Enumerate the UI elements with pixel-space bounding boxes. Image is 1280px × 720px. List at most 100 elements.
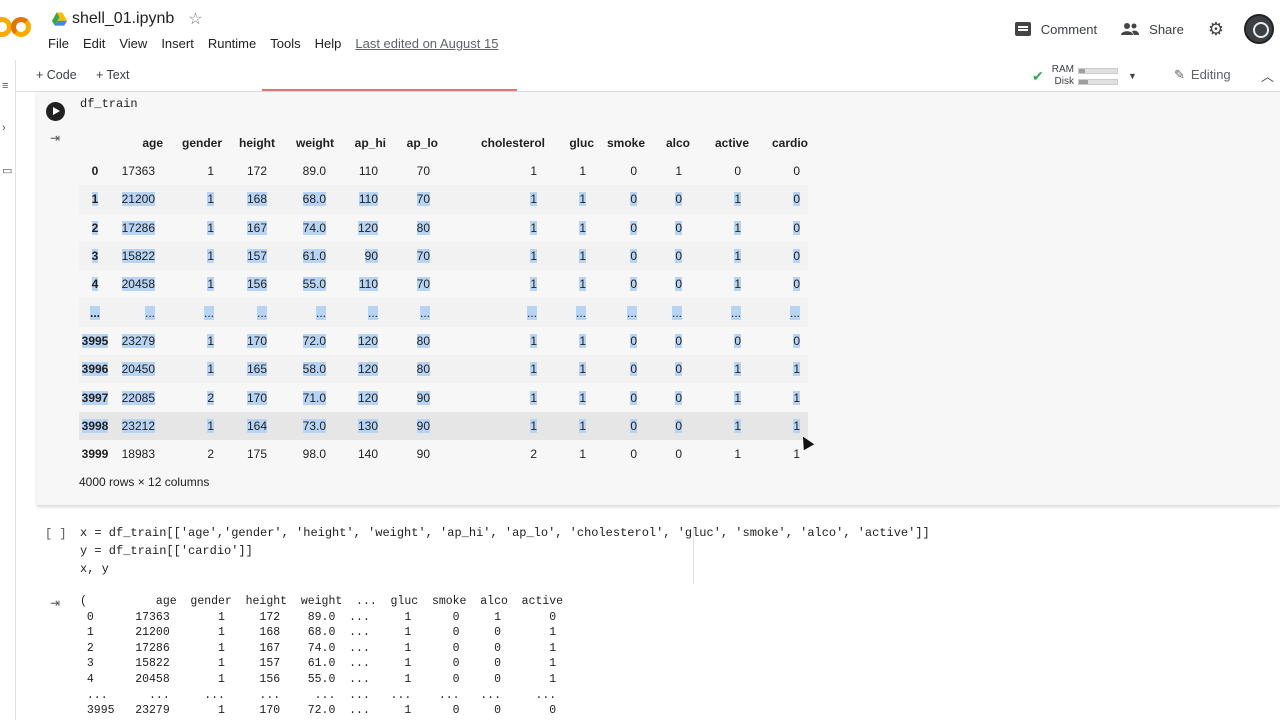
colab-logo[interactable]	[0, 14, 34, 40]
menu-help[interactable]: Help	[315, 36, 342, 51]
cell-text: 80	[416, 220, 430, 235]
cell-code[interactable]: df_train	[80, 97, 138, 111]
last-edited-link[interactable]: Last edited on August 15	[355, 36, 498, 51]
menu-insert[interactable]: Insert	[161, 36, 194, 51]
notebook-title[interactable]: shell_01.ipynb	[72, 10, 174, 28]
star-icon[interactable]: ☆	[188, 9, 202, 29]
header-right-tools: Comment Share ⚙	[1014, 14, 1280, 44]
table-cell: 74.0	[275, 214, 334, 242]
share-button[interactable]: Share	[1121, 22, 1184, 37]
table-row: 4 20458 1 156 55.0 110 70 1 1 0 0 1 0	[79, 270, 808, 298]
menu-edit[interactable]: Edit	[83, 36, 105, 51]
add-code-button[interactable]: + Code	[36, 68, 77, 82]
table-cell: 0	[645, 214, 690, 242]
cell-text: 23212	[121, 418, 155, 433]
output-icon-2[interactable]: ⇥	[50, 596, 60, 610]
row-index: 3995	[79, 327, 111, 355]
cell-text: 1	[734, 277, 741, 292]
cell-text: 1	[734, 220, 741, 235]
cell-text: 172	[246, 164, 267, 179]
table-cell: 1	[749, 383, 808, 411]
menu-runtime[interactable]: Runtime	[208, 36, 256, 51]
table-cell: 90	[386, 412, 438, 440]
table-cell: 23279	[111, 327, 163, 355]
cell-text: 120	[357, 333, 378, 348]
dataframe-shape: 4000 rows × 12 columns	[79, 475, 210, 489]
table-cell: 1	[163, 214, 222, 242]
cell-text: 0	[630, 390, 637, 405]
menu-file[interactable]: File	[48, 36, 69, 51]
table-cell: 1	[645, 157, 690, 185]
column-header-age: age	[142, 135, 163, 150]
table-cell: 89.0	[275, 157, 334, 185]
cell-text: 1	[207, 418, 214, 433]
cell-text: 4	[91, 277, 99, 292]
table-cell: 73.0	[275, 412, 334, 440]
people-icon	[1121, 23, 1140, 35]
run-cell-button[interactable]	[46, 102, 65, 121]
cell-run-indicator[interactable]: [ ]	[45, 527, 67, 541]
table-cell: 1	[545, 270, 594, 298]
table-cell: 90	[386, 383, 438, 411]
table-cell: 0	[594, 440, 645, 468]
comment-button[interactable]: Comment	[1014, 21, 1098, 37]
chevron-right-icon[interactable]: ›	[2, 122, 6, 134]
folder-icon[interactable]: ▭	[2, 164, 12, 177]
cell-text: 1	[579, 220, 586, 235]
table-cell: 1	[545, 185, 594, 213]
cell-text: 22085	[121, 390, 155, 405]
row-index: 3996	[79, 355, 111, 383]
column-header-cholesterol: cholesterol	[480, 135, 545, 150]
cell-text: 0	[675, 277, 682, 292]
editing-mode-button[interactable]: ✎ Editing	[1174, 67, 1231, 83]
table-cell: 120	[334, 214, 386, 242]
row-index: 3	[79, 242, 111, 270]
code-line-1[interactable]: x = df_train[['age','gender', 'height', …	[80, 526, 930, 540]
cell-text: 1	[207, 362, 214, 377]
menu-view[interactable]: View	[119, 36, 147, 51]
cell-text: 3995	[81, 333, 109, 348]
cell-text: ...	[575, 305, 586, 320]
table-cell: 1	[438, 157, 545, 185]
table-cell: 90	[386, 440, 438, 468]
dataframe-table: age gender height weight ap_hi ap_lo cholester…	[79, 128, 808, 468]
table-cell: 1	[163, 185, 222, 213]
drive-icon	[52, 12, 67, 26]
table-cell: ...	[111, 298, 163, 326]
table-cell: 1	[690, 440, 749, 468]
cell-text: 1	[734, 390, 741, 405]
avatar[interactable]	[1244, 14, 1274, 44]
add-text-button[interactable]: + Text	[96, 68, 129, 82]
resource-monitor[interactable]: ✔ RAM Disk ▼	[1032, 64, 1137, 88]
cell-text: 130	[357, 418, 378, 433]
gear-icon[interactable]: ⚙	[1208, 19, 1224, 40]
table-cell: 1	[438, 214, 545, 242]
menu-icon[interactable]: ≡	[2, 80, 8, 92]
cell-text: 55.0	[302, 277, 326, 292]
table-cell: 0	[645, 327, 690, 355]
cell-text: 1	[207, 220, 214, 235]
table-cell: 1	[545, 157, 594, 185]
table-cell: 80	[386, 355, 438, 383]
code-line-3[interactable]: x, y	[80, 562, 109, 576]
menu-tools[interactable]: Tools	[270, 36, 300, 51]
table-cell: 70	[386, 270, 438, 298]
column-header-height: height	[239, 135, 275, 150]
cell-text: 98.0	[302, 447, 326, 462]
comment-label: Comment	[1040, 21, 1098, 37]
cell-text: 0	[630, 333, 637, 348]
code-line-2[interactable]: y = df_train[['cardio']]	[80, 544, 253, 558]
output-icon[interactable]: ⇥	[50, 131, 60, 145]
table-cell: ...	[690, 298, 749, 326]
cell-text: 120	[357, 362, 378, 377]
row-index: 2	[79, 214, 111, 242]
table-cell: 0	[594, 157, 645, 185]
cell-text: 15822	[121, 249, 155, 264]
table-cell: 167	[222, 214, 275, 242]
table-cell: 0	[645, 242, 690, 270]
table-cell: 1	[438, 412, 545, 440]
chevron-up-icon[interactable]: ︿	[1261, 66, 1274, 85]
dropdown-caret-icon[interactable]: ▼	[1128, 71, 1137, 81]
table-cell: 0	[594, 327, 645, 355]
cell-text: 1	[734, 362, 741, 377]
